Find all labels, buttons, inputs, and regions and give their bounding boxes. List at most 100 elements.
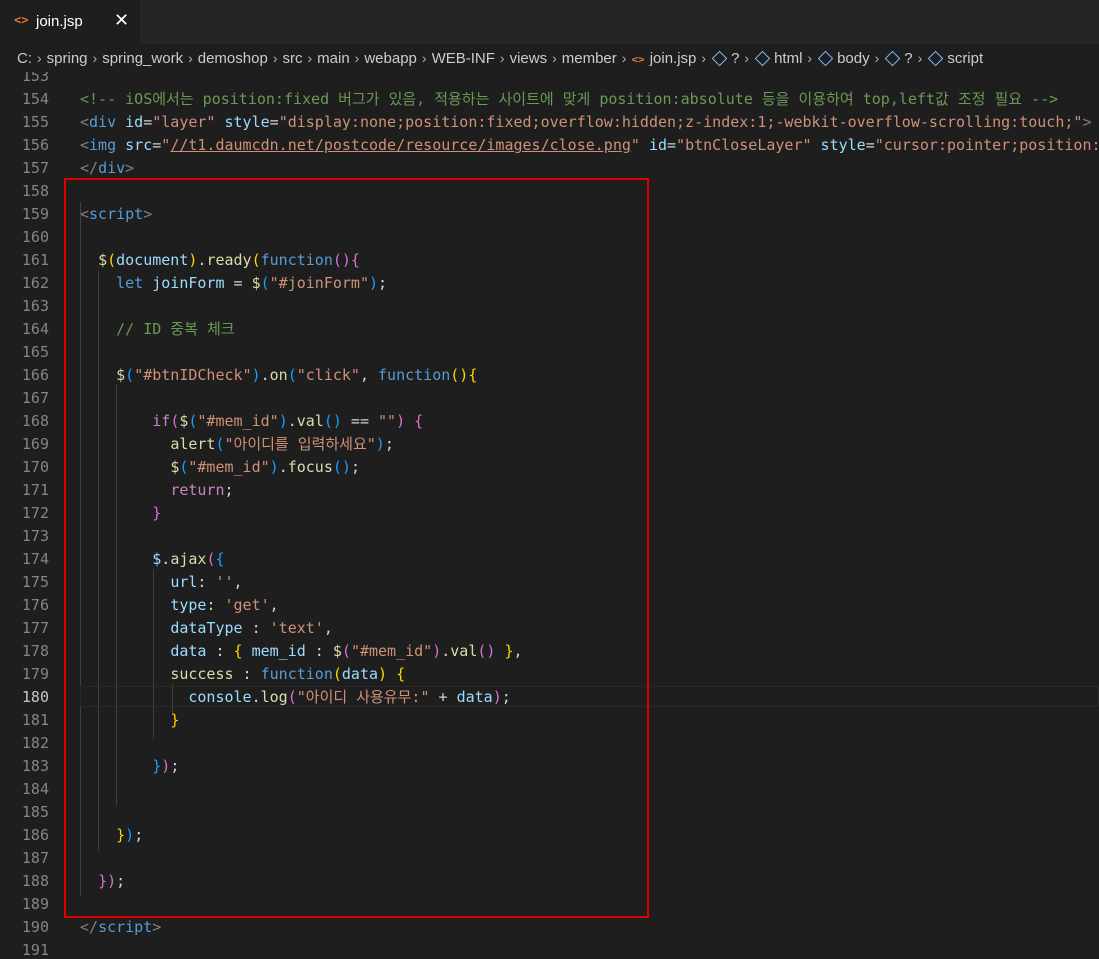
code-token: 'get' (224, 596, 270, 614)
breadcrumb-file[interactable]: join.jsp (650, 45, 697, 72)
editor-tab-join-jsp[interactable]: <> join.jsp ✕ (0, 0, 140, 44)
code-token: '' (215, 573, 234, 591)
breadcrumb-symbol[interactable]: html (774, 45, 802, 72)
code-line[interactable]: 170 $("#mem_id").focus(); (0, 456, 1099, 479)
code-token: < (80, 205, 90, 223)
code-line[interactable]: 168 if($("#mem_id").val() == "") { (0, 410, 1099, 433)
breadcrumb-item[interactable]: C: (17, 45, 32, 72)
code-line[interactable]: 174 $.ajax({ (0, 548, 1099, 571)
code-line[interactable]: 153 (0, 72, 1099, 88)
code-line[interactable]: 161 $(document).ready(function(){ (0, 249, 1099, 272)
code-token: > (1082, 113, 1092, 131)
chevron-right-icon: › (621, 50, 627, 66)
code-token: 'text' (269, 619, 324, 637)
code-line[interactable]: 159 <script> (0, 203, 1099, 226)
code-line[interactable]: 183 }); (0, 755, 1099, 778)
code-line[interactable]: 189 (0, 893, 1099, 916)
code-line[interactable]: 155 <div id="layer" style="display:none;p… (0, 111, 1099, 134)
code-token: "cursor:pointer;position:absolute;right:… (874, 136, 1099, 154)
breadcrumb-item[interactable]: demoshop (198, 45, 268, 72)
code-line[interactable]: 184 (0, 778, 1099, 801)
code-token: : (242, 619, 270, 637)
symbol-cube-icon (817, 50, 834, 67)
code-line[interactable]: 191 (0, 939, 1099, 959)
code-line[interactable]: 188 }); (0, 870, 1099, 893)
breadcrumb-item[interactable]: spring (47, 45, 88, 72)
code-line[interactable]: 175 url: '', (0, 571, 1099, 594)
code-line[interactable]: 176 type: 'get', (0, 594, 1099, 617)
code-line[interactable]: 167 (0, 387, 1099, 410)
code-token: ) (369, 274, 379, 292)
line-number: 156 (21, 136, 49, 154)
code-token: { (233, 642, 243, 660)
code-line[interactable]: 158 (0, 180, 1099, 203)
code-line[interactable]: 185 (0, 801, 1099, 824)
breadcrumb-item[interactable]: spring_work (102, 45, 183, 72)
line-number: 153 (21, 72, 49, 85)
code-token: : (197, 573, 216, 591)
code-token: type (170, 596, 207, 614)
line-number: 187 (21, 849, 49, 867)
breadcrumb-symbol[interactable]: body (837, 45, 870, 72)
chevron-right-icon: › (744, 50, 750, 66)
line-number: 155 (21, 113, 49, 131)
line-number: 161 (21, 251, 49, 269)
code-token: ( (287, 688, 297, 706)
code-token: on (269, 366, 288, 384)
chevron-right-icon: › (272, 50, 278, 66)
code-line[interactable]: 173 (0, 525, 1099, 548)
code-token: script (98, 918, 153, 936)
line-number: 169 (21, 435, 49, 453)
line-number: 183 (21, 757, 49, 775)
code-token: , (233, 573, 243, 591)
code-token: "#btnIDCheck" (134, 366, 252, 384)
code-line[interactable]: 180 console.log("아이디 사용유무:" + data); (0, 686, 1099, 709)
line-number: 170 (21, 458, 49, 476)
code-line[interactable]: 166 $("#btnIDCheck").on("click", functio… (0, 364, 1099, 387)
breadcrumb-item[interactable]: src (282, 45, 302, 72)
code-token: } (116, 826, 126, 844)
code-line[interactable]: 179 success : function(data) { (0, 663, 1099, 686)
breadcrumb-symbol[interactable]: script (947, 45, 983, 72)
breadcrumb-item[interactable]: webapp (364, 45, 417, 72)
code-token: > (125, 159, 135, 177)
code-line[interactable]: 156 <img src="//t1.daumcdn.net/postcode/r… (0, 134, 1099, 157)
code-line[interactable]: 181 } (0, 709, 1099, 732)
code-editor[interactable]: 153 154 <!-- iOS에서는 position:fixed 버그가 있음,… (0, 72, 1099, 959)
code-token: ; (134, 826, 144, 844)
breadcrumb-item[interactable]: member (562, 45, 617, 72)
breadcrumb-symbol[interactable]: ? (731, 45, 739, 72)
code-line[interactable]: 187 (0, 847, 1099, 870)
code-token: > (152, 918, 162, 936)
code-token: = (224, 274, 252, 292)
code-line[interactable]: 186 }); (0, 824, 1099, 847)
code-line[interactable]: 165 (0, 341, 1099, 364)
code-token: div (89, 113, 117, 131)
code-line[interactable]: 169 alert("아이디를 입력하세요"); (0, 433, 1099, 456)
close-icon[interactable]: ✕ (114, 10, 129, 30)
code-line[interactable]: 171 return; (0, 479, 1099, 502)
breadcrumb-symbol[interactable]: ? (904, 45, 912, 72)
code-text: } (80, 502, 161, 525)
breadcrumb-item[interactable]: WEB-INF (432, 45, 495, 72)
breadcrumb-item[interactable]: views (510, 45, 548, 72)
code-line[interactable]: 163 (0, 295, 1099, 318)
code-text: }); (80, 870, 125, 893)
code-line[interactable]: 182 (0, 732, 1099, 755)
code-line[interactable]: 172 } (0, 502, 1099, 525)
code-line[interactable]: 162 let joinForm = $("#joinForm"); (0, 272, 1099, 295)
code-line[interactable]: 157 </div> (0, 157, 1099, 180)
chevron-right-icon: › (874, 50, 880, 66)
code-line[interactable]: 190 </script> (0, 916, 1099, 939)
code-line[interactable]: 154 <!-- iOS에서는 position:fixed 버그가 있음, 적용… (0, 88, 1099, 111)
code-token: $ (116, 366, 126, 384)
code-line[interactable]: 164 // ID 중복 체크 (0, 318, 1099, 341)
code-token: ( (215, 435, 225, 453)
code-text: <!-- iOS에서는 position:fixed 버그가 있음, 적용하는 … (80, 88, 1058, 111)
code-line[interactable]: 160 (0, 226, 1099, 249)
code-line[interactable]: 178 data : { mem_id : $("#mem_id").val()… (0, 640, 1099, 663)
breadcrumb-item[interactable]: main (317, 45, 350, 72)
code-line[interactable]: 177 dataType : 'text', (0, 617, 1099, 640)
